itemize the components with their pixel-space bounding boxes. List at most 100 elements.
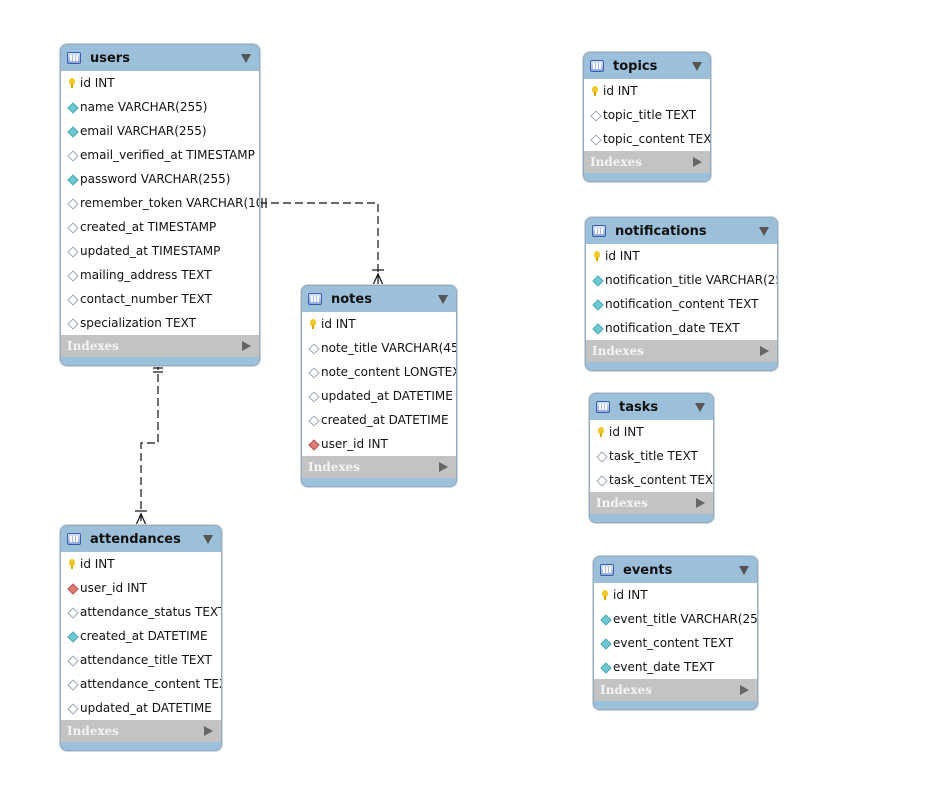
table-header[interactable]: notifications: [586, 218, 777, 244]
table-tasks[interactable]: tasks id INT task_title TEXT task_content T…: [589, 393, 714, 523]
column-row[interactable]: email VARCHAR(255): [61, 119, 259, 143]
column-row[interactable]: note_content LONGTEXT: [302, 360, 456, 384]
column-list: id INT name VARCHAR(255) email VARCHAR(255…: [61, 71, 259, 335]
collapse-arrow-icon[interactable]: [203, 535, 213, 544]
expand-arrow-icon[interactable]: [204, 726, 213, 736]
column-row[interactable]: email_verified_at TIMESTAMP: [61, 143, 259, 167]
table-icon: [67, 533, 81, 545]
column-row[interactable]: topic_title TEXT: [584, 103, 710, 127]
collapse-arrow-icon[interactable]: [695, 403, 705, 412]
indexes-section[interactable]: Indexes: [302, 456, 456, 478]
not-null-column-icon: [600, 638, 610, 648]
column-row[interactable]: topic_content TEXT: [584, 127, 710, 151]
indexes-section[interactable]: Indexes: [586, 340, 777, 362]
table-footer: [302, 478, 456, 486]
column-row[interactable]: id INT: [61, 71, 259, 95]
column-label: notification_date TEXT: [605, 321, 740, 335]
collapse-arrow-icon[interactable]: [241, 54, 251, 63]
table-header[interactable]: tasks: [590, 394, 713, 420]
table-notifications[interactable]: notifications id INT notification_title VA…: [585, 217, 778, 371]
column-row[interactable]: event_title VARCHAR(255): [594, 607, 757, 631]
table-header[interactable]: topics: [584, 53, 710, 79]
collapse-arrow-icon[interactable]: [759, 227, 769, 236]
indexes-section[interactable]: Indexes: [594, 679, 757, 701]
nullable-column-icon: [596, 475, 606, 485]
collapse-arrow-icon[interactable]: [692, 62, 702, 71]
relationship-users-attendances[interactable]: [135, 362, 163, 526]
table-notes[interactable]: notes id INT note_title VARCHAR(45) note_co…: [301, 285, 457, 487]
column-row[interactable]: name VARCHAR(255): [61, 95, 259, 119]
table-header[interactable]: notes: [302, 286, 456, 312]
column-label: mailing_address TEXT: [80, 268, 212, 282]
expand-arrow-icon[interactable]: [740, 685, 749, 695]
column-row[interactable]: created_at TIMESTAMP: [61, 215, 259, 239]
column-row[interactable]: notification_title VARCHAR(255): [586, 268, 777, 292]
relationship-users-notes[interactable]: [259, 198, 384, 286]
column-row[interactable]: id INT: [584, 79, 710, 103]
column-row[interactable]: event_date TEXT: [594, 655, 757, 679]
not-null-column-icon: [67, 174, 77, 184]
not-null-column-icon: [592, 299, 602, 309]
column-row[interactable]: notification_date TEXT: [586, 316, 777, 340]
column-row[interactable]: created_at DATETIME: [302, 408, 456, 432]
column-row[interactable]: task_title TEXT: [590, 444, 713, 468]
column-row[interactable]: attendance_status TEXT: [61, 600, 221, 624]
table-footer: [61, 742, 221, 750]
table-header[interactable]: users: [61, 45, 259, 71]
table-events[interactable]: events id INT event_title VARCHAR(255) even…: [593, 556, 758, 710]
column-row[interactable]: mailing_address TEXT: [61, 263, 259, 287]
column-label: id INT: [80, 76, 115, 90]
column-row[interactable]: id INT: [61, 552, 221, 576]
column-row[interactable]: updated_at DATETIME: [61, 696, 221, 720]
indexes-section[interactable]: Indexes: [584, 151, 710, 173]
column-row[interactable]: contact_number TEXT: [61, 287, 259, 311]
primary-key-icon: [308, 319, 318, 329]
column-row[interactable]: id INT: [302, 312, 456, 336]
expand-arrow-icon[interactable]: [760, 346, 769, 356]
column-row[interactable]: updated_at TIMESTAMP: [61, 239, 259, 263]
column-row[interactable]: user_id INT: [61, 576, 221, 600]
primary-key-icon: [592, 251, 602, 261]
column-row[interactable]: user_id INT: [302, 432, 456, 456]
column-row[interactable]: specialization TEXT: [61, 311, 259, 335]
table-users[interactable]: users id INT name VARCHAR(255) email VARCHA…: [60, 44, 260, 366]
expand-arrow-icon[interactable]: [242, 341, 251, 351]
table-icon: [67, 52, 81, 64]
primary-key-icon: [590, 86, 600, 96]
column-list: id INT note_title VARCHAR(45) note_content…: [302, 312, 456, 456]
table-header[interactable]: events: [594, 557, 757, 583]
not-null-column-icon: [600, 662, 610, 672]
column-row[interactable]: remember_token VARCHAR(100): [61, 191, 259, 215]
column-label: event_content TEXT: [613, 636, 734, 650]
table-attendances[interactable]: attendances id INT user_id INT attendance_s…: [60, 525, 222, 751]
indexes-section[interactable]: Indexes: [590, 492, 713, 514]
column-row[interactable]: id INT: [586, 244, 777, 268]
column-row[interactable]: updated_at DATETIME: [302, 384, 456, 408]
column-label: user_id INT: [321, 437, 388, 451]
nullable-column-icon: [590, 110, 600, 120]
column-row[interactable]: id INT: [594, 583, 757, 607]
column-list: id INT notification_title VARCHAR(255) not…: [586, 244, 777, 340]
table-header[interactable]: attendances: [61, 526, 221, 552]
expand-arrow-icon[interactable]: [439, 462, 448, 472]
expand-arrow-icon[interactable]: [696, 498, 705, 508]
column-row[interactable]: id INT: [590, 420, 713, 444]
column-row[interactable]: created_at DATETIME: [61, 624, 221, 648]
indexes-section[interactable]: Indexes: [61, 720, 221, 742]
collapse-arrow-icon[interactable]: [739, 566, 749, 575]
column-row[interactable]: event_content TEXT: [594, 631, 757, 655]
collapse-arrow-icon[interactable]: [438, 295, 448, 304]
column-row[interactable]: attendance_title TEXT: [61, 648, 221, 672]
indexes-section[interactable]: Indexes: [61, 335, 259, 357]
column-row[interactable]: notification_content TEXT: [586, 292, 777, 316]
column-row[interactable]: task_content TEXT: [590, 468, 713, 492]
table-topics[interactable]: topics id INT topic_title TEXT topic_conten…: [583, 52, 711, 182]
column-label: event_date TEXT: [613, 660, 715, 674]
column-row[interactable]: note_title VARCHAR(45): [302, 336, 456, 360]
column-row[interactable]: password VARCHAR(255): [61, 167, 259, 191]
nullable-column-icon: [67, 607, 77, 617]
expand-arrow-icon[interactable]: [693, 157, 702, 167]
column-label: name VARCHAR(255): [80, 100, 208, 114]
column-row[interactable]: attendance_content TEXT: [61, 672, 221, 696]
not-null-column-icon: [592, 323, 602, 333]
